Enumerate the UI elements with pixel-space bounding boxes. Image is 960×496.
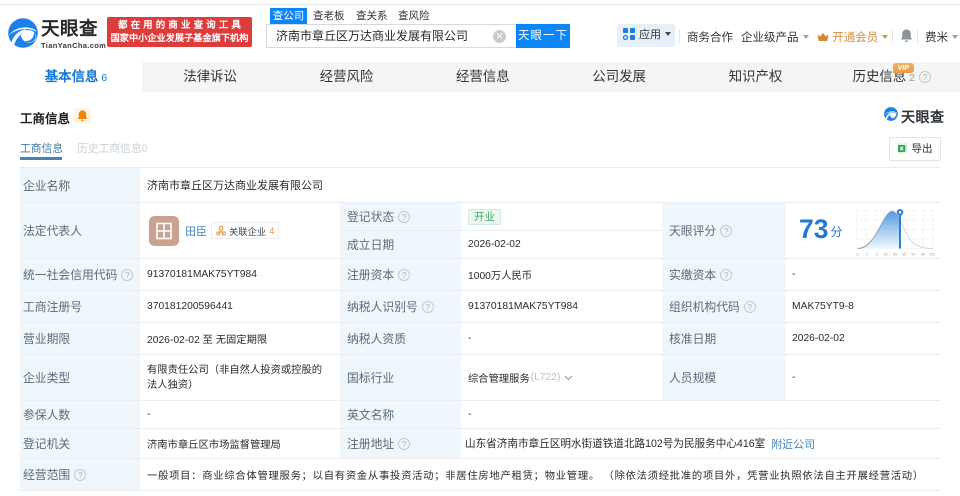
svg-text:100: 100 <box>928 253 934 257</box>
svg-text:15: 15 <box>883 253 887 257</box>
svg-text:5: 5 <box>875 253 877 257</box>
svg-text:97: 97 <box>911 253 915 257</box>
svg-text:65: 65 <box>901 253 905 257</box>
svg-text:99: 99 <box>920 253 924 257</box>
svg-text:0: 0 <box>856 253 858 257</box>
svg-text:50: 50 <box>892 253 896 257</box>
svg-text:1: 1 <box>865 253 867 257</box>
